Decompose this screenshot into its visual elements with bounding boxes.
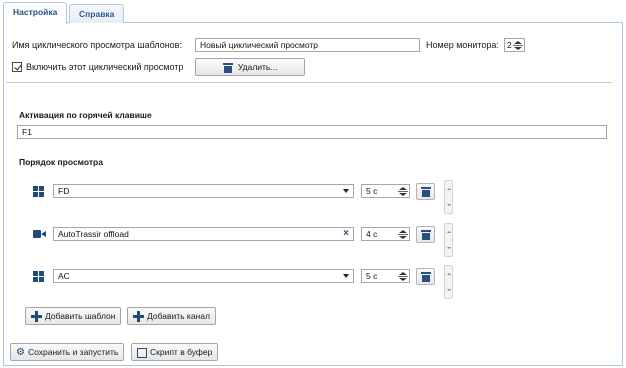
duration-spinner[interactable]: 5 с xyxy=(361,184,410,198)
monitor-number-label: Номер монитора: xyxy=(426,40,499,50)
move-up-icon[interactable] xyxy=(447,273,451,275)
template-grid-icon xyxy=(33,271,45,282)
cycle-name-input[interactable]: Новый циклический просмотр xyxy=(195,38,420,52)
move-down-icon[interactable] xyxy=(447,247,451,249)
copy-script-button[interactable]: Скрипт в буфер xyxy=(131,343,219,361)
divider xyxy=(6,82,612,83)
move-up-icon[interactable] xyxy=(447,231,451,233)
gears-icon: ⚙ xyxy=(16,346,25,358)
trash-icon xyxy=(421,230,431,240)
clear-icon[interactable]: × xyxy=(343,228,349,240)
add-channel-button[interactable]: Добавить канал xyxy=(127,307,216,325)
chevron-down-icon[interactable] xyxy=(343,274,349,278)
delete-button[interactable]: Удалить... xyxy=(195,58,305,76)
trash-icon xyxy=(421,272,431,282)
duration-value: 5 с xyxy=(366,271,378,281)
monitor-number-value: 2 xyxy=(507,40,512,50)
camera-icon xyxy=(33,230,46,238)
hotkey-section-title: Активация по горячей клавише xyxy=(19,110,152,120)
tab-bar: Настройка Справка xyxy=(3,2,623,24)
enable-cycle-label: Включить этот циклический просмотр xyxy=(26,62,184,72)
move-down-icon[interactable] xyxy=(447,289,451,291)
sequence-item-value: FD xyxy=(58,186,70,196)
plus-icon xyxy=(31,311,42,323)
remove-item-button[interactable] xyxy=(416,226,435,243)
remove-item-button[interactable] xyxy=(416,183,435,200)
move-up-icon[interactable] xyxy=(447,188,451,190)
trash-icon xyxy=(222,63,233,74)
duration-spinner[interactable]: 5 с xyxy=(361,269,410,283)
reorder-buttons[interactable] xyxy=(444,265,453,299)
cycle-name-label: Имя циклического просмотра шаблонов: xyxy=(12,40,182,50)
save-and-run-button[interactable]: ⚙ Сохранить и запустить xyxy=(10,343,125,361)
add-template-button[interactable]: Добавить шаблон xyxy=(25,307,122,325)
sequence-item-select[interactable]: AC xyxy=(53,269,354,283)
delete-button-label: Удалить... xyxy=(237,62,278,72)
sequence-item-value: AutoTrassir offload xyxy=(58,229,129,239)
add-channel-label: Добавить канал xyxy=(147,311,210,321)
sequence-item-select[interactable]: FD xyxy=(53,184,354,198)
plus-icon xyxy=(133,311,144,323)
move-down-icon[interactable] xyxy=(447,204,451,206)
duration-value: 5 с xyxy=(366,186,378,196)
sequence-item-value: AC xyxy=(58,271,70,281)
template-grid-icon xyxy=(33,186,45,197)
copy-script-label: Скрипт в буфер xyxy=(150,347,213,357)
clipboard-icon xyxy=(137,347,147,358)
sequence-item-select[interactable]: AutoTrassir offload × xyxy=(53,227,354,241)
chevron-down-icon[interactable] xyxy=(343,189,349,193)
save-and-run-label: Сохранить и запустить xyxy=(27,347,119,357)
duration-value: 4 с xyxy=(366,229,378,239)
reorder-buttons[interactable] xyxy=(444,223,453,257)
tab-settings[interactable]: Настройка xyxy=(3,2,68,24)
hotkey-input[interactable]: F1 xyxy=(17,125,607,139)
reorder-buttons[interactable] xyxy=(444,180,453,214)
duration-spinner[interactable]: 4 с xyxy=(361,227,410,241)
enable-cycle-checkbox[interactable] xyxy=(12,62,22,72)
order-section-title: Порядок просмотра xyxy=(19,157,103,167)
remove-item-button[interactable] xyxy=(416,268,435,285)
add-template-label: Добавить шаблон xyxy=(45,311,116,321)
trash-icon xyxy=(421,187,431,197)
monitor-number-spinner[interactable]: 2 xyxy=(504,38,525,52)
tab-help[interactable]: Справка xyxy=(69,4,125,23)
